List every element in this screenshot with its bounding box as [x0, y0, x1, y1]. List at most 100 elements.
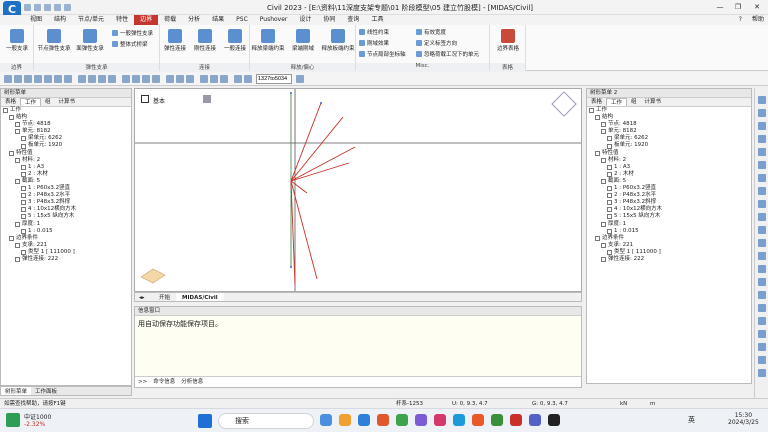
side-tool-icon[interactable] — [758, 239, 766, 247]
tree-item[interactable]: 截面: 5 — [3, 178, 131, 185]
tree-item[interactable]: 边界条件 — [3, 235, 131, 242]
arrow-left-icon[interactable] — [14, 75, 22, 83]
side-tool-icon[interactable] — [758, 356, 766, 364]
grid-icon[interactable] — [234, 75, 242, 83]
tree-item[interactable]: 板单元: 1920 — [3, 142, 131, 149]
shrink-icon[interactable] — [176, 75, 184, 83]
start-icon[interactable] — [198, 414, 212, 428]
tab-midas-civil[interactable]: MIDAS/Civil — [176, 293, 224, 301]
tree-item[interactable]: 边界条件 — [589, 235, 751, 242]
side-tool-icon[interactable] — [758, 265, 766, 273]
panel-tab[interactable]: 计算书 — [641, 98, 666, 106]
label-direction-button[interactable]: 定义标签方向 — [416, 39, 457, 47]
side-tool-icon[interactable] — [758, 135, 766, 143]
node-number-input[interactable] — [256, 74, 292, 84]
panel-tab[interactable]: 表格 — [587, 98, 606, 106]
rigid-link-button[interactable]: 刚性连接 — [190, 27, 220, 52]
taskbar-app-icon[interactable] — [453, 414, 465, 426]
tree-item[interactable]: 特性值 — [3, 150, 131, 157]
taskbar-app-icon[interactable] — [396, 414, 408, 426]
tree-item[interactable]: 弹性连接: 222 — [3, 256, 131, 263]
tree-item[interactable]: 截面: 5 — [589, 178, 751, 185]
beam-end-release-button[interactable]: 释放梁端约束 — [250, 27, 286, 52]
help-button[interactable]: 帮助 — [752, 15, 764, 25]
help-icon[interactable]: ? — [739, 15, 742, 25]
taskbar-app-icon[interactable] — [434, 414, 446, 426]
active-all-icon[interactable] — [220, 75, 228, 83]
side-tool-icon[interactable] — [758, 330, 766, 338]
side-tool-icon[interactable] — [758, 226, 766, 234]
arrow-right-icon[interactable] — [24, 75, 32, 83]
node-local-axis-button[interactable]: 节点局部坐标轴 — [359, 50, 406, 58]
zoom-fit-icon[interactable] — [78, 75, 86, 83]
tab-analysis-info[interactable]: 分析信息 — [181, 377, 203, 387]
clock[interactable]: 15:30 2024/3/25 — [728, 412, 759, 426]
side-tool-icon[interactable] — [758, 343, 766, 351]
search-box[interactable]: 搜索 — [218, 413, 314, 429]
tree-item[interactable]: 梁单元: 6262 — [3, 135, 131, 142]
boundary-table-button[interactable]: 边界表格 — [490, 27, 526, 52]
panel-tab[interactable]: 组 — [627, 98, 641, 106]
open-icon[interactable] — [34, 4, 41, 11]
side-tool-icon[interactable] — [758, 200, 766, 208]
taskbar-app-icon[interactable] — [491, 414, 503, 426]
menu-tab[interactable]: 节点/单元 — [72, 15, 110, 25]
tree-item[interactable]: 材料: 2 — [589, 157, 751, 164]
taskbar-app-icon[interactable] — [339, 414, 351, 426]
snap-icon[interactable] — [244, 75, 252, 83]
taskbar-app-icon[interactable] — [320, 414, 332, 426]
menu-tab[interactable]: 工具 — [365, 15, 389, 25]
tree-item[interactable]: 弹性连接: 222 — [589, 256, 751, 263]
tree-item[interactable]: 板单元: 1920 — [589, 142, 751, 149]
linear-constraint-button[interactable]: 线性约束 — [359, 28, 389, 36]
model-viewport[interactable]: 基本 — [134, 88, 582, 292]
panel-tab[interactable]: 组 — [41, 98, 55, 106]
tab-start[interactable]: 开始 — [153, 293, 176, 301]
view-iso-icon[interactable] — [122, 75, 130, 83]
tree-item[interactable]: 1 : A3 — [589, 164, 751, 171]
beam-end-offset-button[interactable]: 梁端刚域 — [286, 27, 320, 52]
pan-icon[interactable] — [98, 75, 106, 83]
side-tool-icon[interactable] — [758, 213, 766, 221]
tree-item[interactable]: 5 : 15x5 纵向方木 — [589, 213, 751, 220]
tab-work-panel[interactable]: 工作面板 — [31, 387, 61, 395]
node-elastic-support-button[interactable]: 节点弹性支承 — [36, 27, 72, 52]
tree-item[interactable]: 1 : A3 — [3, 164, 131, 171]
side-tool-icon[interactable] — [758, 317, 766, 325]
tree-item[interactable]: 厚度: 1 — [589, 221, 751, 228]
taskbar-app-icon[interactable] — [358, 414, 370, 426]
tree-item[interactable]: 5 : 15x5 纵向方木 — [3, 213, 131, 220]
plate-end-release-button[interactable]: 释放板端约束 — [320, 27, 356, 52]
menu-tab[interactable]: 结果 — [206, 15, 230, 25]
taskbar-app-icon[interactable] — [548, 414, 560, 426]
inactive-icon[interactable] — [210, 75, 218, 83]
side-tool-icon[interactable] — [758, 369, 766, 377]
side-tool-icon[interactable] — [758, 122, 766, 130]
tree-item[interactable]: 工作 — [589, 107, 751, 114]
menu-tab[interactable]: 分析 — [182, 15, 206, 25]
new-icon[interactable] — [24, 4, 31, 11]
command-line[interactable]: >> 命令信息 分析信息 — [135, 376, 581, 387]
side-tool-icon[interactable] — [758, 148, 766, 156]
side-tool-icon[interactable] — [758, 278, 766, 286]
redo-icon[interactable] — [64, 4, 71, 11]
active-icon[interactable] — [200, 75, 208, 83]
tree-item[interactable]: 1 : 0.015 — [589, 228, 751, 235]
view-front-icon[interactable] — [142, 75, 150, 83]
tree-item[interactable]: 1 : 0.015 — [3, 228, 131, 235]
minimize-button[interactable]: — — [712, 2, 728, 12]
rotate-icon[interactable] — [108, 75, 116, 83]
general-elastic-support-button[interactable]: 一般弹性支承 — [112, 29, 153, 37]
side-tool-icon[interactable] — [758, 252, 766, 260]
select-window-icon[interactable] — [34, 75, 42, 83]
select-icon[interactable] — [4, 75, 12, 83]
tree-item[interactable]: 类型 1 [ 111000 ] — [589, 249, 751, 256]
hidden-icon[interactable] — [166, 75, 174, 83]
menu-tab[interactable]: 荷载 — [158, 15, 182, 25]
effective-width-button[interactable]: 有效宽度 — [416, 28, 446, 36]
maximize-button[interactable]: ❐ — [730, 2, 746, 12]
tree-item[interactable]: 2 : 木材 — [3, 171, 131, 178]
tree-item[interactable]: 支承: 221 — [3, 242, 131, 249]
view-side-icon[interactable] — [152, 75, 160, 83]
side-tool-icon[interactable] — [758, 109, 766, 117]
